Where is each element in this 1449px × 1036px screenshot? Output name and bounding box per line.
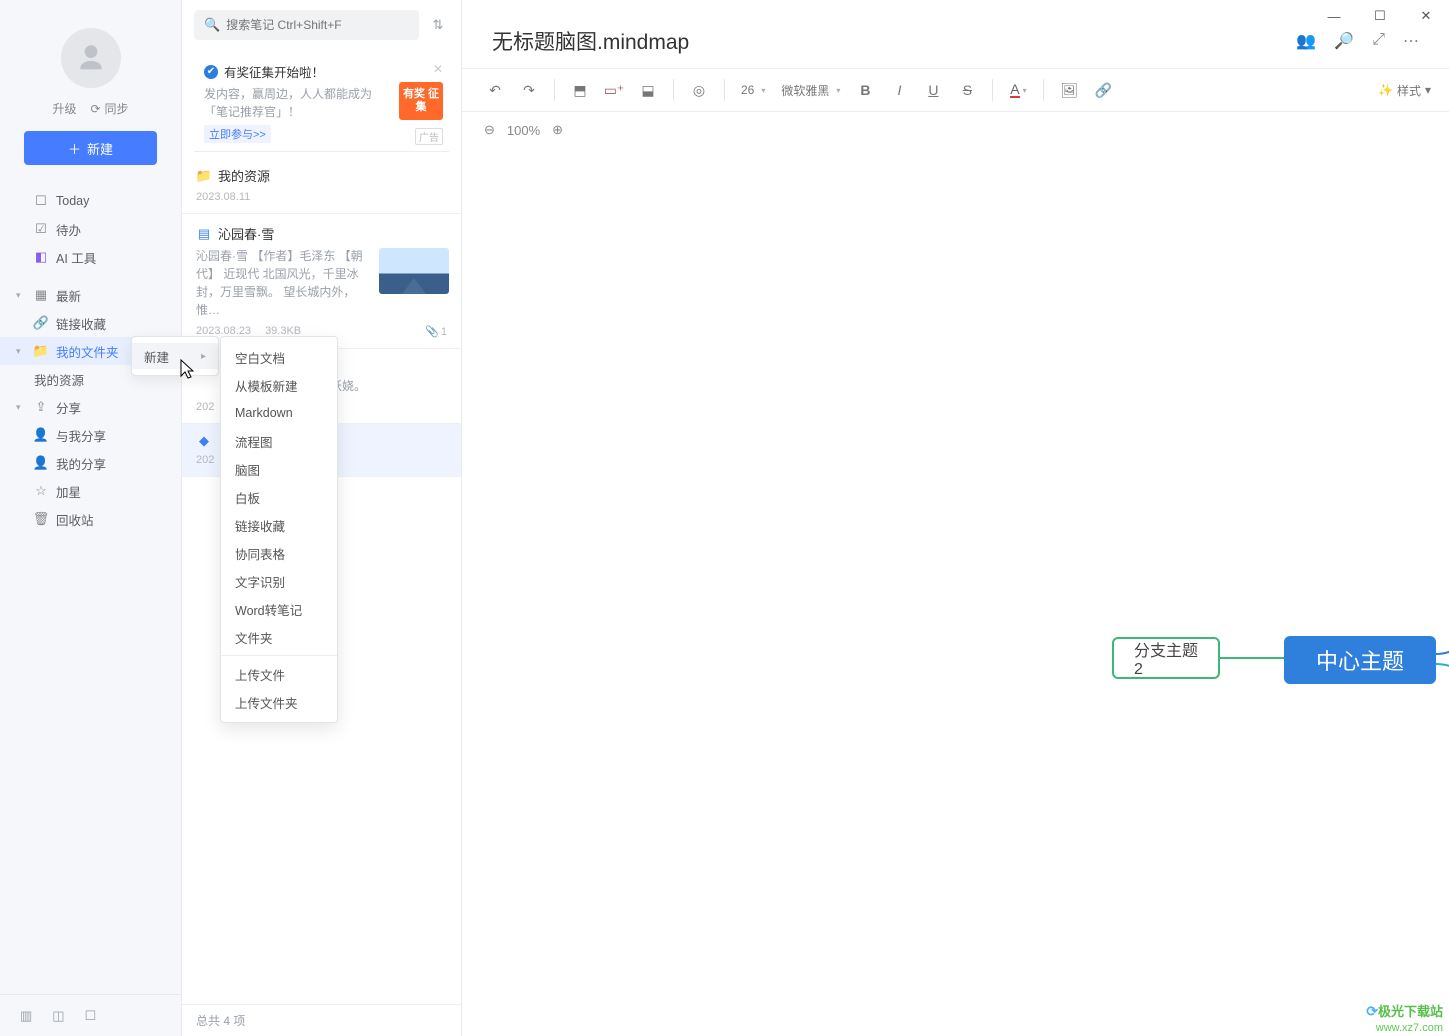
- banner-join-link[interactable]: 立即参与>>: [204, 125, 271, 143]
- more-icon[interactable]: ⋯: [1403, 31, 1419, 51]
- promo-banner[interactable]: ✔有奖征集开始啦！ 发内容，赢周边，人人都能成为「笔记推荐官」！ 立即参与>> …: [194, 54, 449, 152]
- mindmap-canvas[interactable]: 中心主题 分支主题2 分支主题1 分支主题3 i: [462, 148, 1449, 1036]
- banner-badge: 有奖 征集: [399, 82, 443, 120]
- link-button[interactable]: 🔗: [1088, 75, 1118, 105]
- banner-close-icon[interactable]: ✕: [433, 62, 443, 76]
- style-select[interactable]: ✨样式▾: [1378, 82, 1431, 99]
- ctx-collab-sheet[interactable]: 协同表格: [221, 539, 337, 567]
- nav-shared-with-me[interactable]: 👤与我分享: [0, 421, 181, 449]
- nav-todo[interactable]: ☑待办: [0, 215, 181, 243]
- footer-layout-1-icon[interactable]: ▥: [20, 1008, 32, 1024]
- mindmap-branch-left[interactable]: 分支主题2: [1112, 637, 1220, 679]
- nav-starred[interactable]: ☆加星: [0, 477, 181, 505]
- ctx-from-template[interactable]: 从模板新建: [221, 371, 337, 399]
- nav-link-fav[interactable]: 🔗链接收藏: [0, 309, 181, 337]
- font-size-select[interactable]: 26▾: [735, 75, 771, 105]
- nav-share[interactable]: ▾⇪分享: [0, 393, 181, 421]
- ctx-upload-folder[interactable]: 上传文件夹: [221, 688, 337, 716]
- ad-label: 广告: [415, 128, 443, 145]
- nav-today[interactable]: ☐Today: [0, 187, 181, 215]
- font-family-select[interactable]: 微软雅黑▾: [775, 75, 846, 105]
- tag-icon[interactable]: ◎: [684, 75, 714, 105]
- editor-panel: — ☐ ✕ 无标题脑图.mindmap 👥 🔎 ⤢ ⋯ ↶ ↷ ⬒ ▭⁺ ⬓ ◎…: [462, 0, 1449, 1036]
- undo-button[interactable]: ↶: [480, 75, 510, 105]
- font-color-button[interactable]: A▾: [1003, 75, 1033, 105]
- italic-button[interactable]: I: [884, 75, 914, 105]
- ctx-link-fav[interactable]: 链接收藏: [221, 511, 337, 539]
- note-thumbnail: [379, 248, 449, 294]
- ctx-word-import[interactable]: Word转笔记: [221, 595, 337, 623]
- zoom-out-icon[interactable]: ⊖: [484, 122, 495, 138]
- watermark: ⟳极光下载站 www.xz7.com: [1366, 1004, 1443, 1034]
- new-button[interactable]: ＋ 新建: [24, 131, 157, 165]
- search-doc-icon[interactable]: 🔎: [1334, 31, 1354, 51]
- sort-button[interactable]: ⇅: [427, 14, 449, 36]
- sync-button[interactable]: ⟳ 同步: [90, 100, 128, 117]
- ctx-folder[interactable]: 文件夹: [221, 623, 337, 651]
- note-item-doc[interactable]: ▤沁园春·雪 沁园春·雪 【作者】毛泽东 【朝代】 近现代 北国风光，千里冰封，…: [182, 214, 461, 349]
- footer-layout-3-icon[interactable]: ☐: [85, 1008, 97, 1024]
- list-footer: 总共 4 项: [182, 1004, 461, 1036]
- expand-icon[interactable]: ⤢: [1372, 31, 1385, 51]
- mindmap-center-node[interactable]: 中心主题: [1284, 636, 1436, 684]
- nav-trash[interactable]: 🗑回收站: [0, 505, 181, 533]
- nav-latest[interactable]: ▾▦最新: [0, 281, 181, 309]
- zoom-value: 100%: [507, 123, 540, 138]
- underline-button[interactable]: U: [918, 75, 948, 105]
- image-button[interactable]: 🖼: [1054, 75, 1084, 105]
- note-item-folder[interactable]: 📁我的资源 2023.08.11: [182, 156, 461, 214]
- insert-child-icon[interactable]: ⬒: [565, 75, 595, 105]
- ctx-blank-doc[interactable]: 空白文档: [221, 343, 337, 371]
- window-close-icon[interactable]: ✕: [1403, 0, 1449, 32]
- window-maximize-icon[interactable]: ☐: [1357, 0, 1403, 32]
- ctx-markdown[interactable]: Markdown: [221, 399, 337, 427]
- nav-ai[interactable]: ◧AI 工具: [0, 243, 181, 271]
- search-icon: 🔍: [204, 17, 220, 33]
- bold-button[interactable]: B: [850, 75, 880, 105]
- ctx-upload-file[interactable]: 上传文件: [221, 660, 337, 688]
- ctx-flowchart[interactable]: 流程图: [221, 427, 337, 455]
- share-people-icon[interactable]: 👥: [1296, 31, 1316, 51]
- redo-button[interactable]: ↷: [514, 75, 544, 105]
- avatar[interactable]: [61, 28, 121, 88]
- strike-button[interactable]: S: [952, 75, 982, 105]
- footer-layout-2-icon[interactable]: ◫: [52, 1008, 64, 1024]
- insert-parent-icon[interactable]: ⬓: [633, 75, 663, 105]
- search-input[interactable]: 🔍: [194, 10, 419, 40]
- zoom-in-icon[interactable]: ⊕: [552, 122, 563, 138]
- document-title[interactable]: 无标题脑图.mindmap: [492, 26, 689, 56]
- upgrade-button[interactable]: 升级: [52, 100, 76, 117]
- ctx-ocr[interactable]: 文字识别: [221, 567, 337, 595]
- ctx-whiteboard[interactable]: 白板: [221, 483, 337, 511]
- context-menu-sub: 空白文档 从模板新建 Markdown 流程图 脑图 白板 链接收藏 协同表格 …: [220, 336, 338, 723]
- insert-sibling-icon[interactable]: ▭⁺: [599, 75, 629, 105]
- nav-my-share[interactable]: 👤我的分享: [0, 449, 181, 477]
- window-minimize-icon[interactable]: —: [1311, 0, 1357, 32]
- ctx-mindmap[interactable]: 脑图: [221, 455, 337, 483]
- left-sidebar: 升级 ⟳ 同步 ＋ 新建 ☐Today ☑待办 ◧AI 工具 ▾▦最新 🔗链接收…: [0, 0, 182, 1036]
- context-new[interactable]: 新建▸: [132, 343, 218, 369]
- context-menu-parent: 新建▸: [131, 336, 219, 376]
- attachment-icon: 📎1: [425, 325, 447, 338]
- toolbar: ↶ ↷ ⬒ ▭⁺ ⬓ ◎ 26▾ 微软雅黑▾ B I U S A▾ 🖼 🔗 ✨样…: [462, 68, 1449, 112]
